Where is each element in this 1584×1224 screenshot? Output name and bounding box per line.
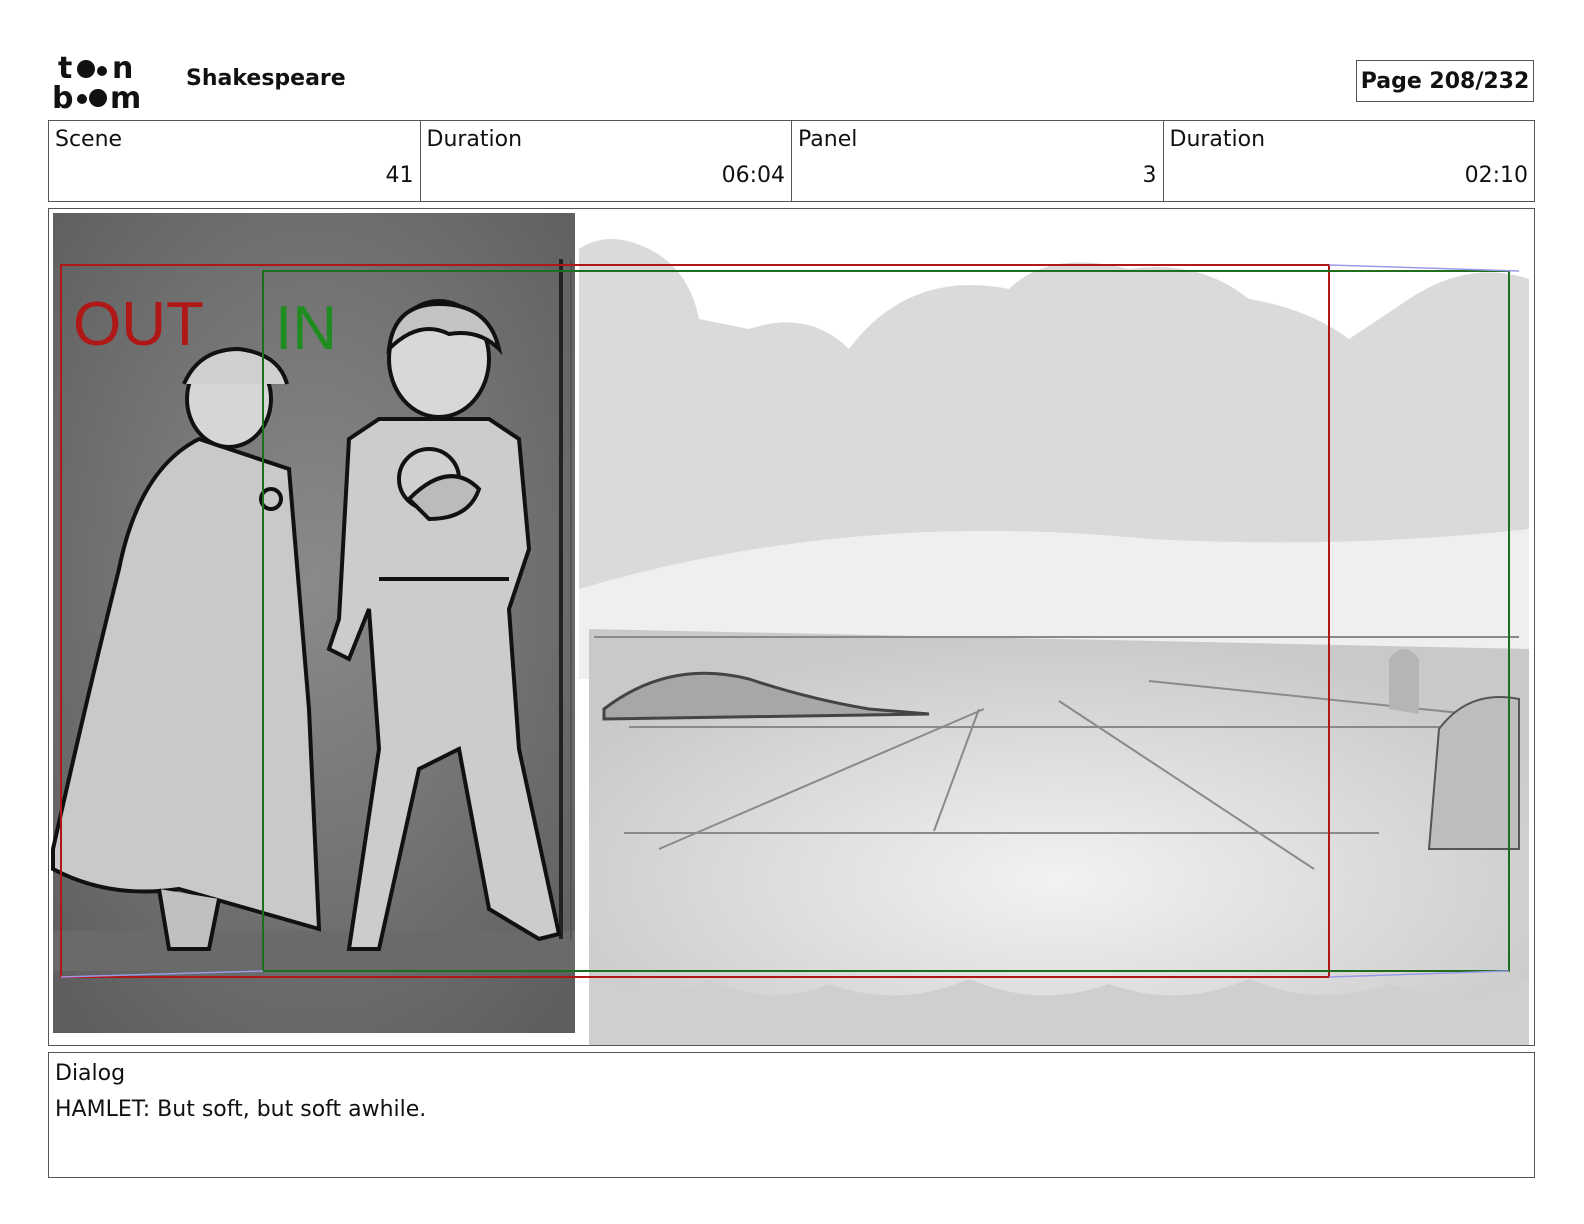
svg-text:m: m (110, 81, 141, 112)
page-number: Page 208/232 (1356, 60, 1534, 102)
scene-value: 41 (385, 163, 414, 188)
scene-label: Scene (55, 127, 123, 152)
toon-boom-logo: t n b m (52, 52, 141, 112)
panel-cell: Panel 3 (792, 121, 1164, 201)
scene-duration-value: 06:04 (721, 163, 785, 188)
svg-text:b: b (52, 81, 73, 112)
scene-info-table: Scene 41 Duration 06:04 Panel 3 Duration… (48, 120, 1535, 202)
dialog-text: HAMLET: But soft, but soft awhile. (55, 1097, 427, 1122)
in-label: IN (275, 294, 337, 363)
dialog-box: Dialog HAMLET: But soft, but soft awhile… (48, 1052, 1535, 1178)
panel-duration-cell: Duration 02:10 (1164, 121, 1535, 201)
tombstone-left (1389, 649, 1419, 714)
scene-duration-cell: Duration 06:04 (421, 121, 792, 201)
dialog-label: Dialog (55, 1061, 126, 1086)
scene-cell: Scene 41 (49, 121, 421, 201)
storyboard-panel: OUT IN (48, 208, 1535, 1046)
panel-drawing: OUT IN (49, 209, 1534, 1045)
panel-duration-value: 02:10 (1464, 163, 1528, 188)
scene-duration-label: Duration (426, 127, 523, 152)
panel-label: Panel (798, 127, 858, 152)
panel-duration-label: Duration (1169, 127, 1266, 152)
project-title: Shakespeare (186, 66, 346, 91)
out-label: OUT (73, 290, 204, 359)
panel-value: 3 (1142, 163, 1157, 188)
